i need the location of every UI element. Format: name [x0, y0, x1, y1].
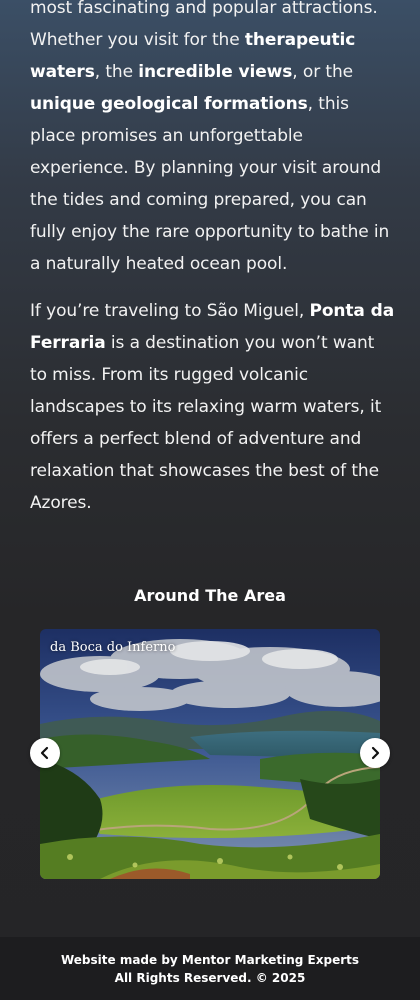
footer-credit: Website made by Mentor Marketing Experts	[60, 953, 360, 967]
article-paragraph-1: most fascinating and popular attractions…	[30, 0, 396, 280]
chevron-right-icon	[371, 746, 380, 760]
p1-highlight-incredible-views: incredible views	[138, 62, 293, 82]
p1-segment: , the	[94, 62, 139, 82]
p1-segment: most fascinating and popular attractions…	[30, 0, 378, 18]
chevron-left-icon	[40, 746, 49, 760]
p1-segment: , or the	[292, 62, 353, 82]
site-footer: Website made by Mentor Marketing Experts…	[0, 937, 420, 1000]
around-the-area-heading: Around The Area	[134, 586, 286, 605]
slide-caption: da Boca do Inferno	[50, 640, 176, 655]
image-carousel[interactable]: da Boca do Inferno	[40, 629, 380, 879]
landscape-photo	[40, 629, 380, 879]
article-paragraph-2: If you’re traveling to São Miguel, Ponta…	[30, 295, 396, 519]
footer-copyright: All Rights Reserved. © 2025	[114, 971, 306, 985]
carousel-next-button[interactable]	[360, 738, 390, 768]
p2-segment: is a destination you won’t want to miss.…	[30, 333, 382, 513]
carousel-prev-button[interactable]	[30, 738, 60, 768]
p1-segment: , this place promises an unforgettable e…	[30, 94, 390, 274]
p1-highlight-geological-formations: unique geological formations	[30, 94, 308, 114]
p1-segment: Whether you visit for the	[30, 30, 245, 50]
p2-segment: If you’re traveling to São Miguel,	[30, 301, 310, 321]
